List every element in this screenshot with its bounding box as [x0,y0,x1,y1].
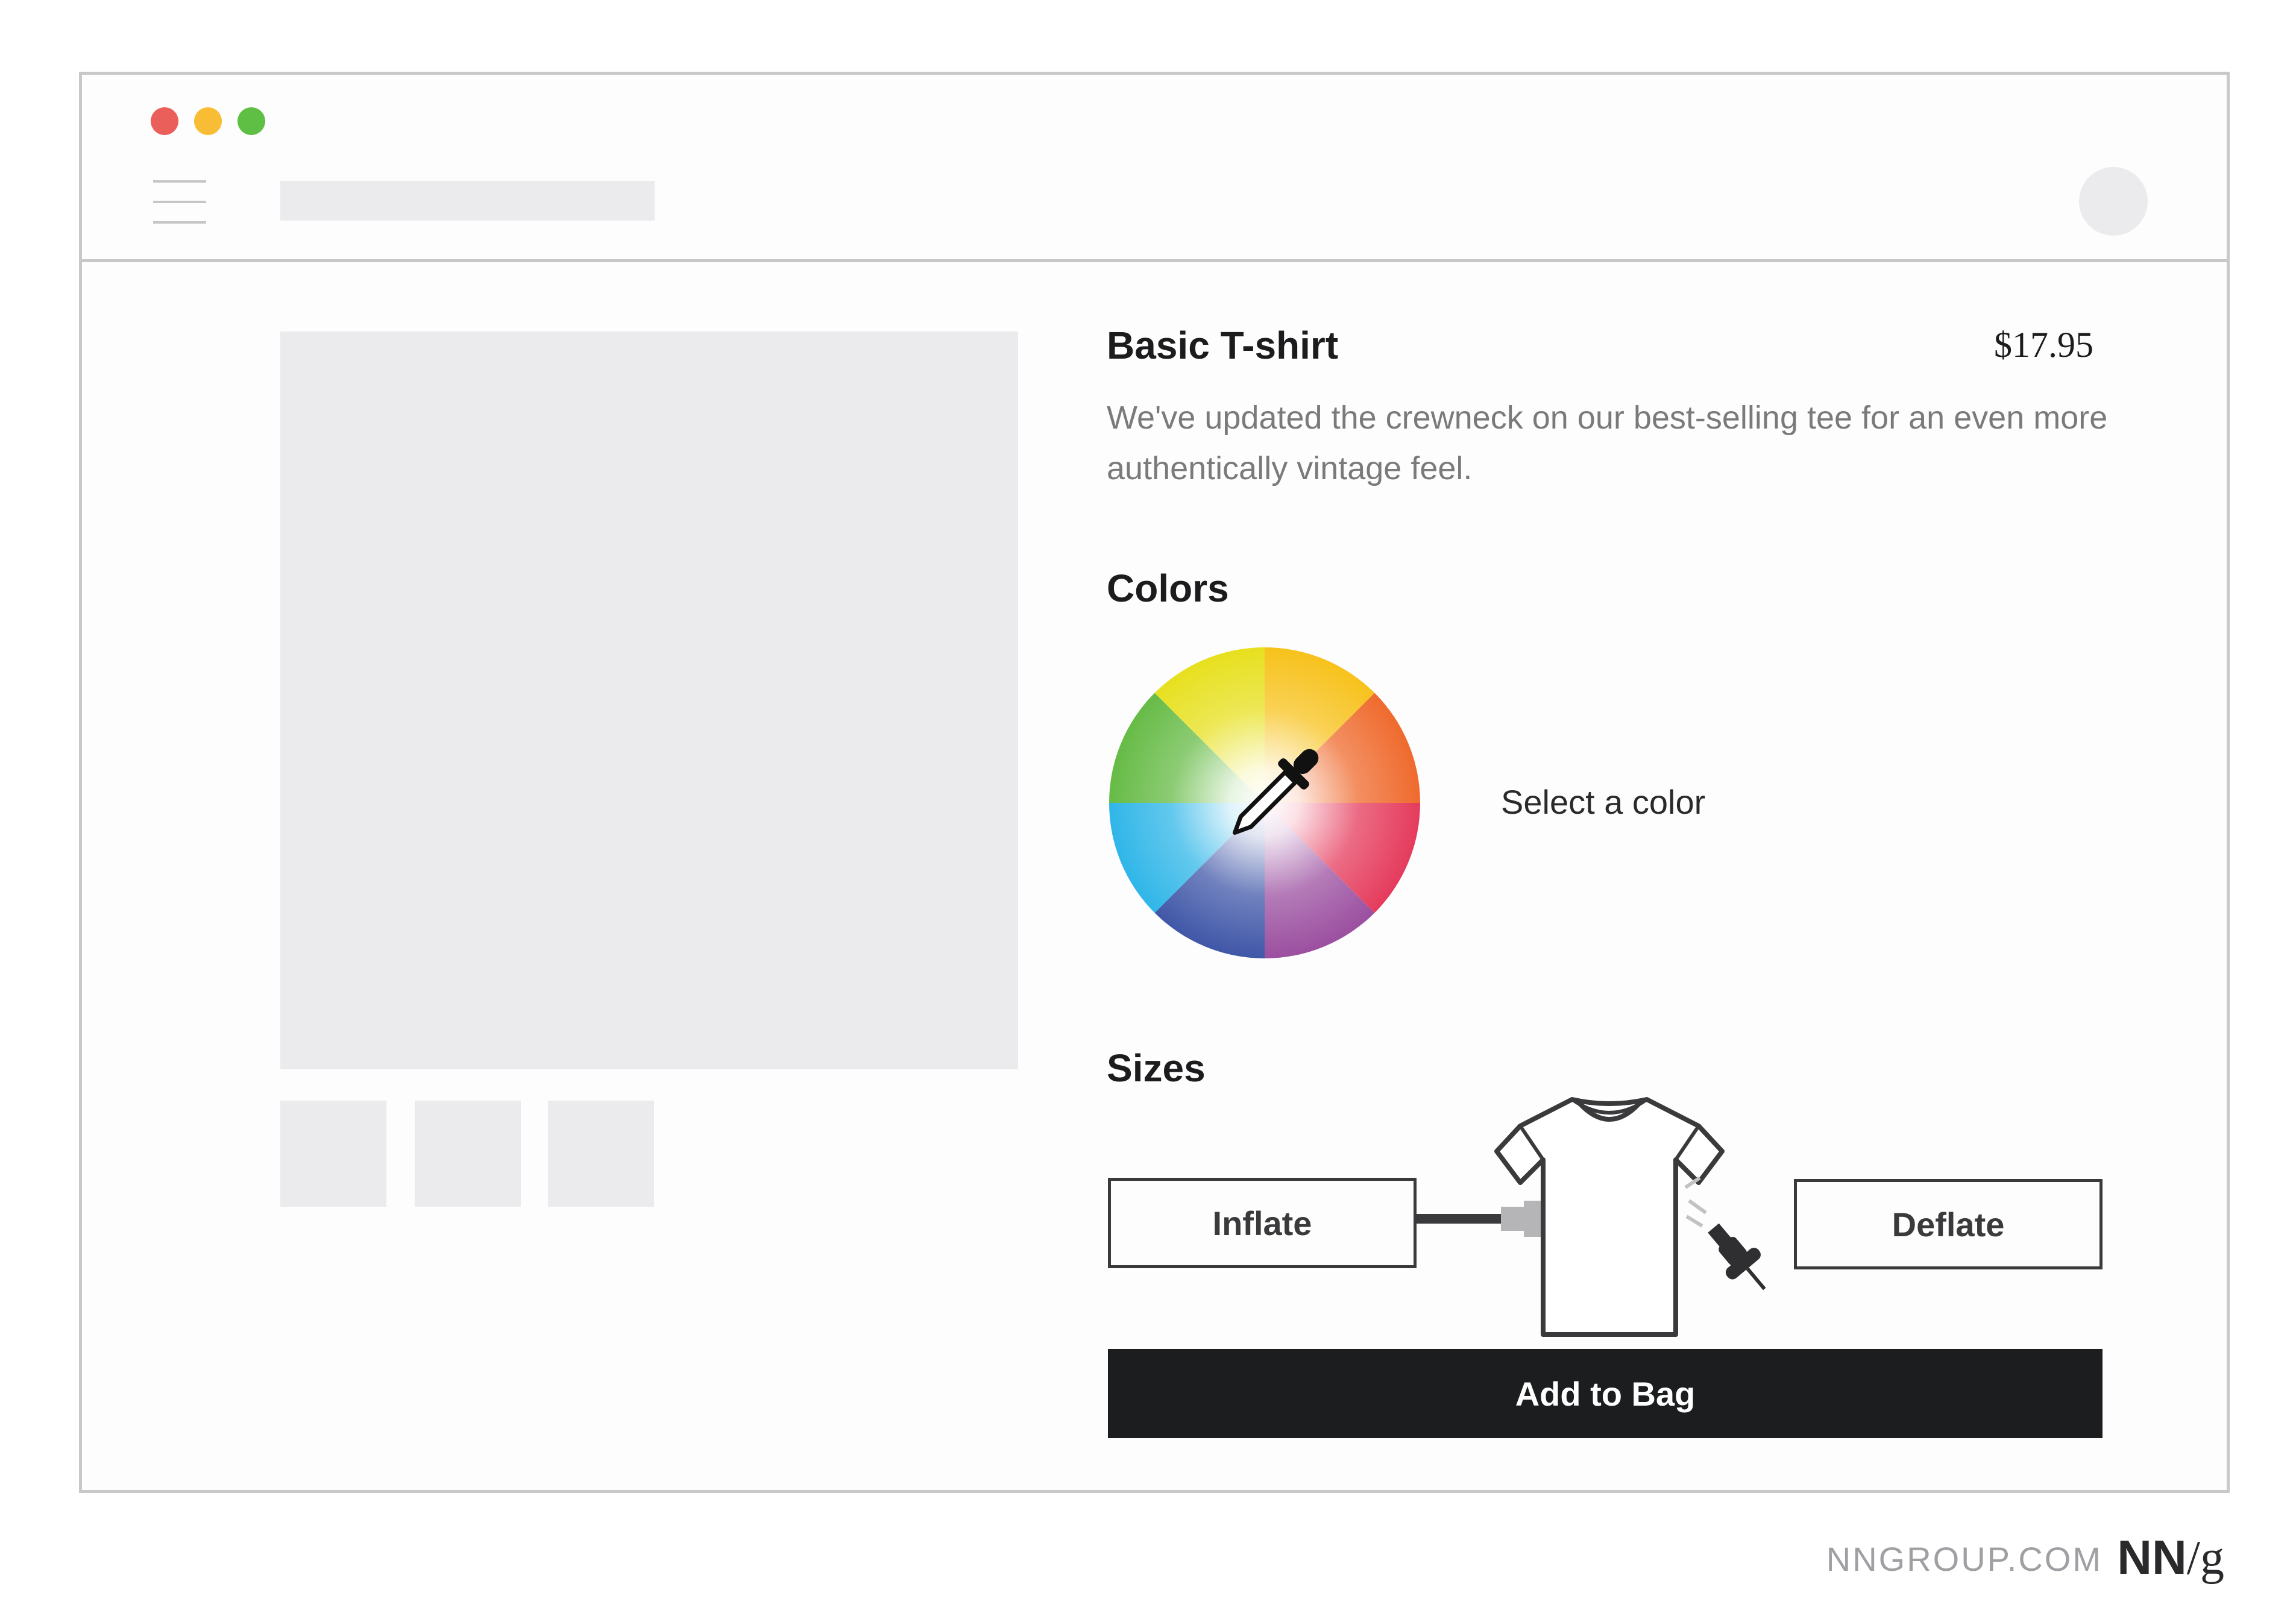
logo-g: g [2200,1532,2224,1585]
logo-slash: / [2186,1532,2200,1585]
product-price: $17.95 [1994,325,2093,365]
address-bar[interactable] [280,181,655,221]
product-thumbnail-2[interactable] [415,1101,521,1207]
logo-nn: NN [2117,1530,2187,1584]
sizes-heading: Sizes [1107,1046,1206,1090]
product-image [280,332,1018,1069]
size-illustration [1417,1097,1766,1337]
hamburger-menu-icon[interactable] [153,180,206,224]
air-pump-icon [1417,1201,1541,1237]
select-color-label: Select a color [1501,783,1706,821]
color-wheel[interactable] [1108,646,1421,960]
deflate-button[interactable]: Deflate [1794,1179,2103,1269]
footer-site-url[interactable]: NNGROUP.COM [1826,1539,2103,1579]
product-title: Basic T-shirt [1107,324,1339,367]
window-close-button[interactable] [151,107,178,135]
window-minimize-button[interactable] [194,107,222,135]
inflate-button[interactable]: Inflate [1108,1178,1417,1268]
colors-heading: Colors [1107,567,1229,610]
browser-header [82,75,2227,262]
product-description: We've updated the crewneck on our best-s… [1107,400,2108,486]
avatar-icon[interactable] [2079,167,2148,236]
pushpin-icon [1684,1176,1766,1291]
browser-window: Basic T-shirt $17.95 We've updated the c… [79,72,2230,1493]
nng-logo: NN/g [2117,1530,2224,1586]
add-to-bag-button[interactable]: Add to Bag [1108,1349,2103,1438]
product-thumbnail-1[interactable] [280,1101,386,1207]
window-maximize-button[interactable] [237,107,265,135]
product-thumbnail-3[interactable] [548,1101,654,1207]
